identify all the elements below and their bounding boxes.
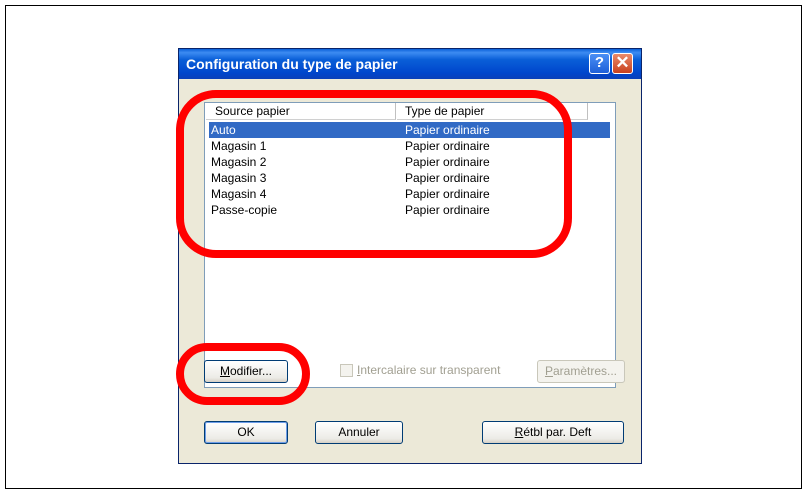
help-button[interactable]: ? (589, 53, 610, 74)
help-icon: ? (594, 54, 605, 71)
interleave-label-text: ntercalaire sur transparent (360, 363, 501, 377)
checkbox-box[interactable] (340, 364, 353, 377)
reset-label: étbl par. Deft (523, 425, 592, 439)
ok-button[interactable]: OK (204, 421, 288, 444)
reset-mnemonic: R (514, 425, 524, 439)
dialog-title: Configuration du type de papier (186, 56, 398, 72)
cancel-button[interactable]: Annuler (315, 421, 403, 444)
params-label: aramètres... (552, 364, 618, 378)
highlight-oval-list (176, 90, 572, 258)
interleave-label: Intercalaire sur transparent (357, 363, 500, 377)
params-mnemonic: P (544, 364, 553, 378)
close-icon: ✕ (615, 53, 630, 72)
highlight-oval-modify (176, 343, 310, 405)
dialog-titlebar: Configuration du type de papier (179, 49, 641, 79)
parameters-button[interactable]: Paramètres... (537, 360, 625, 383)
reset-defaults-button[interactable]: Rétbl par. Deft (482, 421, 624, 444)
close-button[interactable]: ✕ (612, 53, 633, 74)
